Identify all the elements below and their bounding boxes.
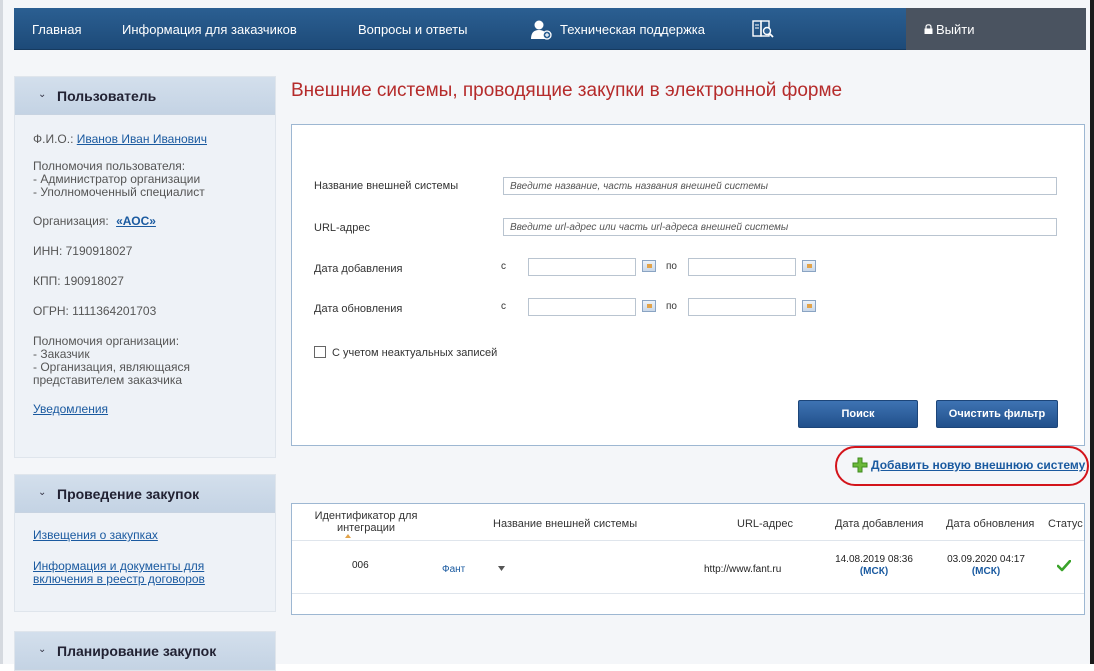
chevron-down-icon: ⌄ xyxy=(38,487,47,498)
status-check-icon xyxy=(1057,560,1071,572)
system-name-input[interactable]: Введите название, часть названия внешней… xyxy=(503,177,1057,195)
col-header-id[interactable]: Идентификатор для интеграции xyxy=(306,510,426,534)
calendar-icon[interactable] xyxy=(802,260,816,272)
date-updated-to-label: по xyxy=(666,301,677,312)
logout-box[interactable]: Выйти xyxy=(906,8,1086,50)
fio-link[interactable]: Иванов Иван Иванович xyxy=(77,132,207,146)
date-added-to-label: по xyxy=(666,261,677,272)
date-updated-label: Дата обновления xyxy=(314,303,403,315)
chevron-down-icon: ⌄ xyxy=(38,89,47,100)
col-header-added[interactable]: Дата добавления xyxy=(835,518,923,530)
fio-label: Ф.И.О.: xyxy=(33,132,74,146)
frame-border-left xyxy=(0,0,3,664)
org-row: Организация: «АОС» xyxy=(33,215,275,228)
org-power-item: - Организация, являющаяся xyxy=(33,360,191,374)
user-powers: Полномочия пользователя: - Администратор… xyxy=(33,160,275,199)
sidebar-planning-title: Планирование закупок xyxy=(57,643,217,659)
org-powers-title: Полномочия организации: xyxy=(33,334,180,348)
col-header-name[interactable]: Название внешней системы xyxy=(493,518,637,530)
sidebar-user-title: Пользователь xyxy=(57,88,157,104)
table-divider xyxy=(292,593,1084,594)
user-power-item: - Уполномоченный специалист xyxy=(33,185,205,199)
inactive-records-checkbox[interactable] xyxy=(314,346,326,358)
clear-filter-button[interactable]: Очистить фильтр xyxy=(936,400,1058,428)
nav-home-link[interactable]: Главная xyxy=(32,22,81,37)
notices-link[interactable]: Извещения о закупках xyxy=(33,529,275,542)
sidebar-user-body: Ф.И.О.: Иванов Иван Иванович Полномочия … xyxy=(15,115,275,416)
sidebar-procurement-title: Проведение закупок xyxy=(57,486,200,502)
notifications-link[interactable]: Уведомления xyxy=(33,403,275,416)
row-name[interactable]: Фант xyxy=(442,564,465,575)
col-header-id-line1: Идентификатор для xyxy=(314,510,418,522)
contract-registry-link-line2[interactable]: включения в реестр договоров xyxy=(33,573,275,586)
nav-support-link[interactable]: Техническая поддержка xyxy=(560,22,705,37)
row-date-added: 14.08.2019 08:36 (МСК) xyxy=(832,554,916,578)
results-table: Идентификатор для интеграции Название вн… xyxy=(291,503,1085,615)
row-date-added-value: 14.08.2019 08:36 xyxy=(835,554,913,565)
ogrn-value: ОГРН: 1111364201703 xyxy=(33,304,157,318)
date-updated-from-input[interactable] xyxy=(528,298,636,316)
sort-arrow-icon[interactable] xyxy=(345,534,351,538)
inn-value: ИНН: 7190918027 xyxy=(33,244,133,258)
nav-faq-link[interactable]: Вопросы и ответы xyxy=(358,22,467,37)
date-added-from-input[interactable] xyxy=(528,258,636,276)
inactive-records-label: С учетом неактуальных записей xyxy=(332,347,498,359)
org-power-item: - Заказчик xyxy=(33,347,90,361)
calendar-icon[interactable] xyxy=(642,300,656,312)
lock-icon xyxy=(924,24,933,34)
row-date-updated-tz: (МСК) xyxy=(971,566,1001,577)
search-button[interactable]: Поиск xyxy=(798,400,918,428)
col-header-updated[interactable]: Дата обновления xyxy=(946,518,1034,530)
org-powers: Полномочия организации: - Заказчик - Орг… xyxy=(33,335,275,387)
top-nav: Главная Информация для заказчиков Вопрос… xyxy=(14,8,1086,50)
sidebar-planning-panel: ⌄ Планирование закупок xyxy=(14,631,276,671)
calendar-icon[interactable] xyxy=(642,260,656,272)
org-power-item: представителем заказчика xyxy=(33,373,183,387)
fio-row: Ф.И.О.: Иванов Иван Иванович xyxy=(33,133,275,146)
date-updated-to-input[interactable] xyxy=(688,298,796,316)
page-title: Внешние системы, проводящие закупки в эл… xyxy=(291,80,843,101)
row-date-updated-value: 03.09.2020 04:17 xyxy=(947,554,1025,565)
support-user-icon[interactable] xyxy=(530,19,552,41)
sidebar-user-header[interactable]: ⌄ Пользователь xyxy=(15,77,275,115)
add-external-system-link[interactable]: Добавить новую внешнюю систему xyxy=(871,458,1085,472)
row-date-updated: 03.09.2020 04:17 (МСК) xyxy=(944,554,1028,578)
user-powers-title: Полномочия пользователя: xyxy=(33,159,186,173)
url-label: URL-адрес xyxy=(314,222,370,234)
plus-icon[interactable] xyxy=(852,457,868,473)
chevron-down-icon: ⌄ xyxy=(38,644,47,655)
logout-link[interactable]: Выйти xyxy=(936,22,975,37)
date-added-from-label: с xyxy=(501,261,506,272)
org-label: Организация: xyxy=(33,214,109,228)
filter-panel: Название внешней системы Введите названи… xyxy=(291,124,1085,446)
row-url: http://www.fant.ru xyxy=(704,564,782,575)
frame-border-right xyxy=(1090,0,1094,664)
user-power-item: - Администратор организации xyxy=(33,172,201,186)
date-added-to-input[interactable] xyxy=(688,258,796,276)
sidebar-planning-header[interactable]: ⌄ Планирование закупок xyxy=(15,632,275,670)
col-header-url[interactable]: URL-адрес xyxy=(737,518,793,530)
manual-book-icon[interactable] xyxy=(752,19,774,39)
nav-info-link[interactable]: Информация для заказчиков xyxy=(122,22,297,37)
kpp-value: КПП: 190918027 xyxy=(33,274,124,288)
row-date-added-tz: (МСК) xyxy=(859,566,889,577)
sidebar-procurement-panel: ⌄ Проведение закупок Извещения о закупка… xyxy=(14,474,276,612)
sidebar-user-panel: ⌄ Пользователь Ф.И.О.: Иванов Иван Ивано… xyxy=(14,76,276,458)
row-id: 006 xyxy=(352,560,369,571)
system-name-label: Название внешней системы xyxy=(314,180,459,192)
url-input[interactable]: Введите url-адрес или часть url-адреса в… xyxy=(503,218,1057,236)
col-header-status[interactable]: Статус xyxy=(1048,518,1083,530)
chevron-down-icon[interactable] xyxy=(498,566,505,571)
sidebar-procurement-header[interactable]: ⌄ Проведение закупок xyxy=(15,475,275,513)
sidebar-procurement-body: Извещения о закупках Информация и докуме… xyxy=(15,513,275,586)
calendar-icon[interactable] xyxy=(802,300,816,312)
date-updated-from-label: с xyxy=(501,301,506,312)
col-header-id-line2: интеграции xyxy=(336,522,396,534)
table-divider xyxy=(292,540,1084,541)
org-link[interactable]: «АОС» xyxy=(116,214,156,228)
date-added-label: Дата добавления xyxy=(314,263,403,275)
